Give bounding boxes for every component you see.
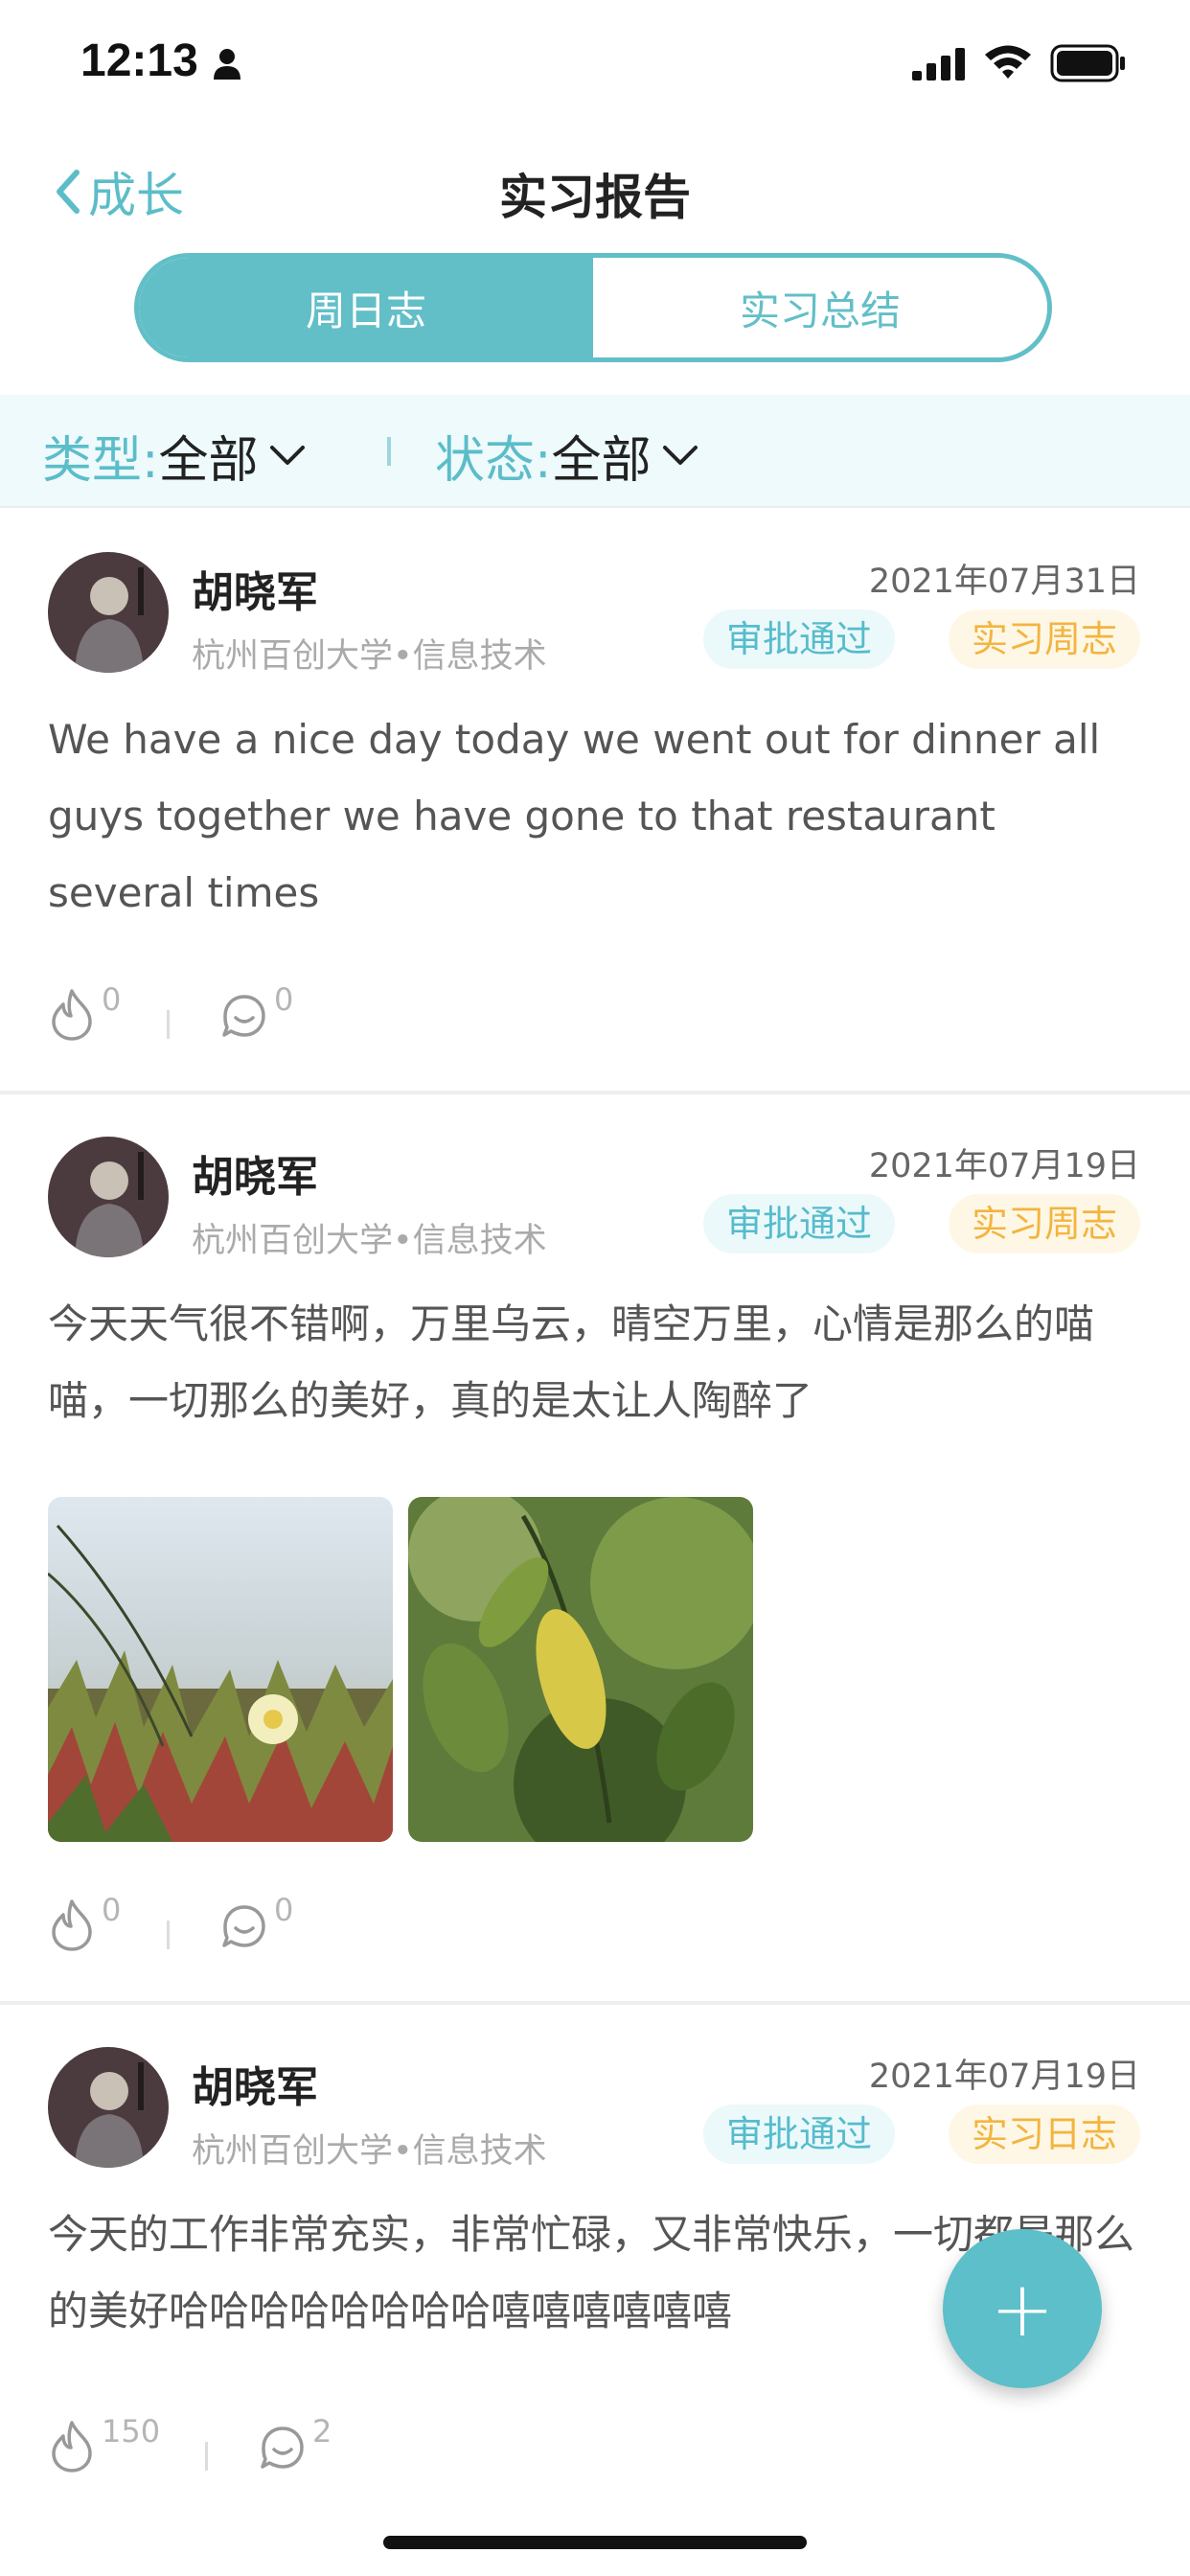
type-badge: 实习周志 <box>948 1194 1140 1254</box>
author-school: 杭州百创大学•信息技术 <box>192 2132 547 2171</box>
post-content: 今天天气很不错啊，万里乌云，晴空万里，心情是那么的喵喵，一切那么的美好，真的是太… <box>48 1300 1095 1424</box>
avatar[interactable] <box>48 552 169 673</box>
like-count: 150 <box>102 2413 161 2450</box>
post-content: We have a nice day today we went out for… <box>48 716 1101 916</box>
type-filter[interactable]: 类型: 全部 <box>42 420 307 492</box>
comment-count: 2 <box>312 2413 332 2450</box>
author-name: 胡晓军 <box>192 1153 318 1202</box>
tab-internship-summary[interactable]: 实习总结 <box>593 258 1047 357</box>
post-date: 2021年07月19日 <box>868 1147 1140 1185</box>
avatar[interactable] <box>48 2047 169 2168</box>
status-filter[interactable]: 状态: 全部 <box>435 420 699 492</box>
comment-icon <box>222 1905 265 1947</box>
segmented-tabs: 周日志 实习总结 <box>134 253 1052 362</box>
avatar[interactable] <box>48 1137 169 1257</box>
cellular-signal-icon <box>912 48 965 80</box>
person-icon <box>214 49 240 80</box>
chevron-down-icon <box>662 445 698 465</box>
action-divider <box>205 2442 208 2471</box>
like-count: 0 <box>102 1892 122 1928</box>
tab-weekly-log[interactable]: 周日志 <box>139 258 593 357</box>
like-action[interactable]: 0 <box>48 981 121 1041</box>
status-filter-label: 状态: <box>435 432 552 490</box>
comment-count: 0 <box>274 981 294 1018</box>
add-button[interactable]: + <box>943 2229 1102 2388</box>
comment-action[interactable]: 0 <box>220 981 293 1041</box>
type-filter-label: 类型: <box>42 432 159 490</box>
comment-count: 0 <box>274 1892 294 1928</box>
author-name: 胡晓军 <box>192 2063 318 2112</box>
comment-action[interactable]: 2 <box>259 2413 332 2472</box>
filter-divider <box>387 437 391 466</box>
like-action[interactable]: 0 <box>48 1892 121 1951</box>
like-action[interactable]: 150 <box>48 2413 160 2472</box>
flame-icon <box>52 2421 92 2472</box>
status-badge: 审批通过 <box>702 2104 895 2164</box>
list-item[interactable]: 胡晓军 杭州百创大学•信息技术 2021年07月31日 审批通过 实习周志 We… <box>0 510 1190 1094</box>
author-name: 胡晓军 <box>192 568 318 617</box>
battery-icon <box>1050 44 1125 82</box>
post-image-leaves[interactable] <box>408 1497 753 1842</box>
type-badge: 实习周志 <box>948 610 1140 669</box>
author-school: 杭州百创大学•信息技术 <box>192 637 547 676</box>
chevron-down-icon <box>269 445 305 465</box>
filter-bar: 类型: 全部 状态: 全部 <box>0 395 1190 508</box>
post-image-flower[interactable] <box>48 1497 393 1842</box>
type-badge: 实习日志 <box>948 2104 1140 2164</box>
comment-icon <box>261 2426 304 2469</box>
action-divider <box>167 1920 170 1949</box>
author-school: 杭州百创大学•信息技术 <box>192 1222 547 1260</box>
status-filter-value: 全部 <box>551 432 652 490</box>
like-count: 0 <box>102 981 122 1018</box>
wifi-icon <box>985 45 1031 79</box>
status-time: 12:13 <box>80 35 198 86</box>
comment-action[interactable]: 0 <box>220 1892 293 1951</box>
comment-icon <box>222 995 265 1037</box>
flame-icon <box>52 989 92 1041</box>
page-title: 实习报告 <box>499 170 691 225</box>
action-divider <box>167 1010 170 1039</box>
post-date: 2021年07月19日 <box>868 2058 1140 2096</box>
type-filter-value: 全部 <box>158 432 259 490</box>
post-date: 2021年07月31日 <box>868 563 1140 601</box>
status-badge: 审批通过 <box>702 610 895 669</box>
home-indicator <box>383 2536 807 2549</box>
status-badge: 审批通过 <box>702 1194 895 1254</box>
list-item[interactable]: 胡晓军 杭州百创大学•信息技术 2021年07月19日 审批通过 实习周志 今天… <box>0 1094 1190 2005</box>
flame-icon <box>52 1899 92 1951</box>
